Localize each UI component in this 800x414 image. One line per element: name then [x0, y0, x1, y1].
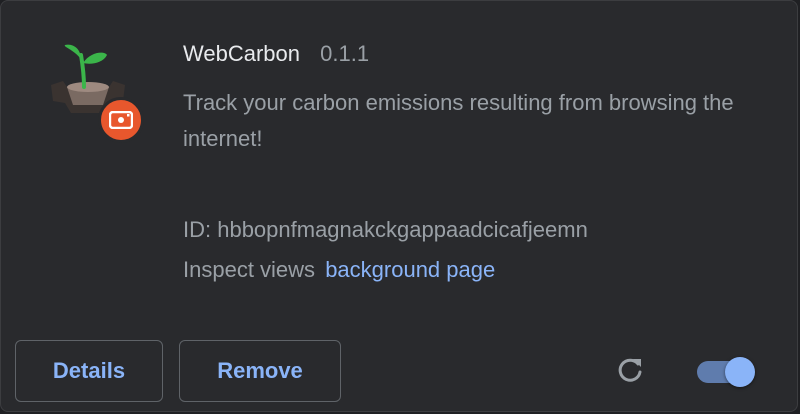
- background-page-link[interactable]: background page: [325, 257, 495, 282]
- extension-title-row: WebCarbon 0.1.1: [183, 39, 369, 69]
- toggle-knob: [725, 357, 755, 387]
- unpacked-badge-icon: [98, 97, 144, 143]
- details-button[interactable]: Details: [15, 340, 163, 402]
- extension-card: WebCarbon 0.1.1 Track your carbon emissi…: [0, 0, 798, 412]
- inspect-views-row: Inspect views background page: [183, 253, 495, 287]
- reload-icon[interactable]: [613, 353, 647, 387]
- remove-button[interactable]: Remove: [179, 340, 341, 402]
- extension-name: WebCarbon: [183, 41, 300, 66]
- extension-description: Track your carbon emissions resulting fr…: [183, 90, 734, 151]
- extension-id: ID: hbbopnfmagnakckgappaadcicafjeemn: [183, 217, 588, 242]
- enable-toggle[interactable]: [695, 357, 761, 387]
- inspect-views-label: Inspect views: [183, 257, 316, 282]
- extension-version: 0.1.1: [320, 41, 370, 66]
